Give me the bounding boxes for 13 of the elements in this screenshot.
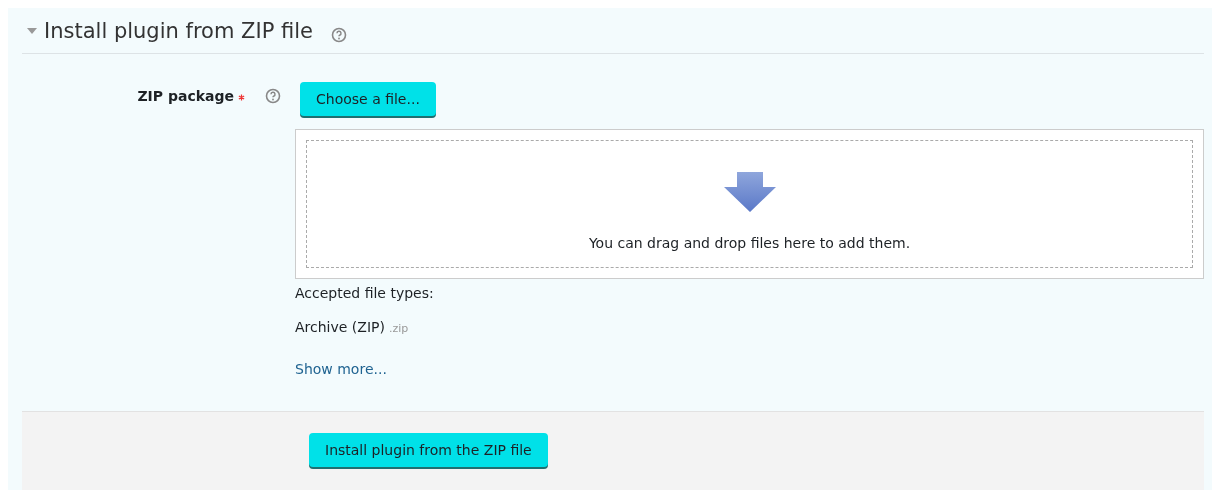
section-title[interactable]: Install plugin from ZIP file [44, 18, 313, 43]
choose-file-button[interactable]: Choose a file... [300, 82, 436, 116]
file-extension: .zip [388, 322, 409, 335]
file-dropzone[interactable]: You can drag and drop files here to add them. [295, 129, 1204, 279]
accepted-types-label: Accepted file types: [295, 285, 434, 301]
help-icon[interactable] [330, 26, 347, 43]
file-type-name: Archive (ZIP) [295, 319, 385, 335]
show-more-link[interactable]: Show more... [295, 361, 387, 377]
down-arrow-icon [722, 171, 777, 213]
install-plugin-button[interactable]: Install plugin from the ZIP file [309, 433, 548, 467]
dropzone-text: You can drag and drop files here to add them. [588, 235, 911, 251]
help-icon[interactable] [265, 88, 281, 104]
field-label: ZIP package [137, 88, 234, 104]
